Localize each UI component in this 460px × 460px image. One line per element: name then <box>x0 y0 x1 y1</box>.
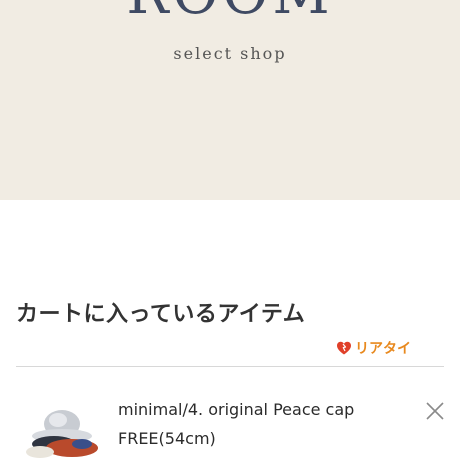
heart-icon <box>337 341 351 355</box>
product-thumbnail[interactable] <box>18 398 102 460</box>
hero-banner: ROOM select shop <box>0 0 460 200</box>
item-variant: FREE(54cm) <box>118 429 216 448</box>
item-name[interactable]: minimal/4. original Peace cap <box>118 400 354 419</box>
cart-title: カートに入っているアイテム <box>16 302 306 327</box>
shop-tagline: select shop <box>173 44 287 63</box>
close-icon[interactable] <box>424 400 446 422</box>
badge-label: リアタイ <box>355 341 411 357</box>
realtime-badge[interactable]: リアタイ <box>336 338 411 358</box>
divider <box>16 366 444 367</box>
shop-logo[interactable]: ROOM <box>0 0 460 27</box>
